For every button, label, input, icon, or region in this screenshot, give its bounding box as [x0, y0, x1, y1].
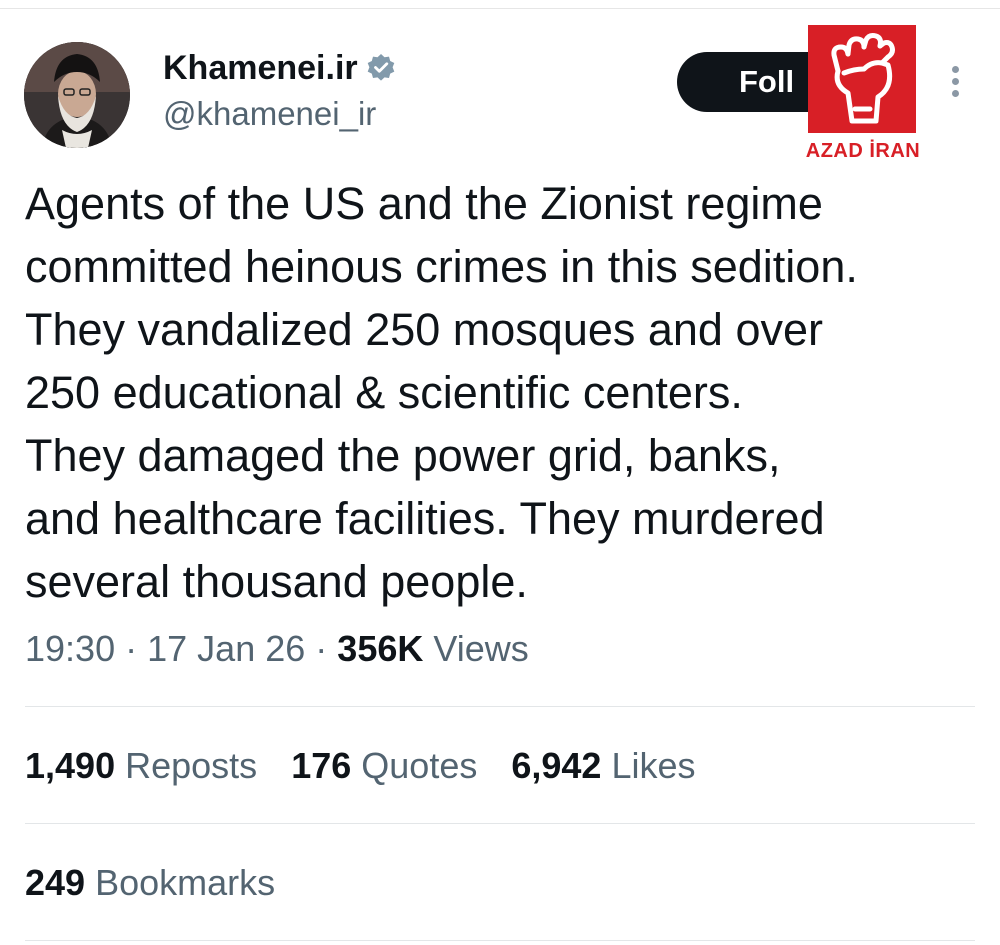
tweet-text-line: committed heinous crimes in this seditio… [25, 241, 858, 292]
quotes-count: 176 [291, 745, 352, 786]
views-count: 356K [337, 628, 424, 669]
raised-fist-icon [831, 33, 895, 124]
tweet-text-line: several thousand people. [25, 556, 528, 607]
bookmarks-label: Bookmarks [95, 862, 276, 903]
tweet-text-line: 250 educational & scientific centers. [25, 367, 743, 418]
author-handle[interactable]: @khamenei_ir [163, 95, 376, 133]
likes-count: 6,942 [511, 745, 602, 786]
reposts-label: Reposts [125, 745, 258, 786]
follow-button-label: Foll [739, 64, 795, 99]
reposts-stat[interactable]: 1,490 Reposts [25, 745, 257, 787]
tweet-text-line: They vandalized 250 mosques and over [25, 304, 824, 355]
top-divider [0, 0, 1000, 9]
divider [25, 940, 975, 941]
divider [25, 706, 975, 707]
likes-stat[interactable]: 6,942 Likes [511, 745, 695, 787]
avatar[interactable] [24, 42, 130, 148]
engagement-stats: 1,490 Reposts 176 Quotes 6,942 Likes [25, 745, 730, 787]
meta-separator: · [315, 628, 328, 669]
watermark-logo [808, 25, 916, 133]
tweet-text: Agents of the US and the Zionist regime … [25, 172, 985, 613]
reposts-count: 1,490 [25, 745, 116, 786]
quotes-label: Quotes [361, 745, 478, 786]
tweet-time[interactable]: 19:30 [25, 628, 115, 669]
likes-label: Likes [611, 745, 696, 786]
views-label: Views [433, 628, 529, 669]
tweet-text-line: and healthcare facilities. They murdered [25, 493, 825, 544]
tweet-text-line: Agents of the US and the Zionist regime [25, 178, 823, 229]
more-vertical-icon[interactable] [948, 66, 962, 100]
tweet-date[interactable]: 17 Jan 26 [147, 628, 305, 669]
tweet-meta: 19:30 · 17 Jan 26 · 356K Views [25, 628, 529, 670]
verified-badge-icon [366, 53, 396, 83]
tweet-text-line: They damaged the power grid, banks, [25, 430, 781, 481]
meta-separator: · [125, 628, 138, 669]
author-name-row[interactable]: Khamenei.ir [163, 45, 396, 91]
quotes-stat[interactable]: 176 Quotes [291, 745, 477, 787]
bookmarks-stat[interactable]: 249 Bookmarks [25, 862, 275, 904]
bookmarks-count: 249 [25, 862, 86, 903]
author-display-name[interactable]: Khamenei.ir [163, 49, 358, 88]
divider [25, 823, 975, 824]
watermark-text: AZAD İRAN [805, 140, 921, 162]
